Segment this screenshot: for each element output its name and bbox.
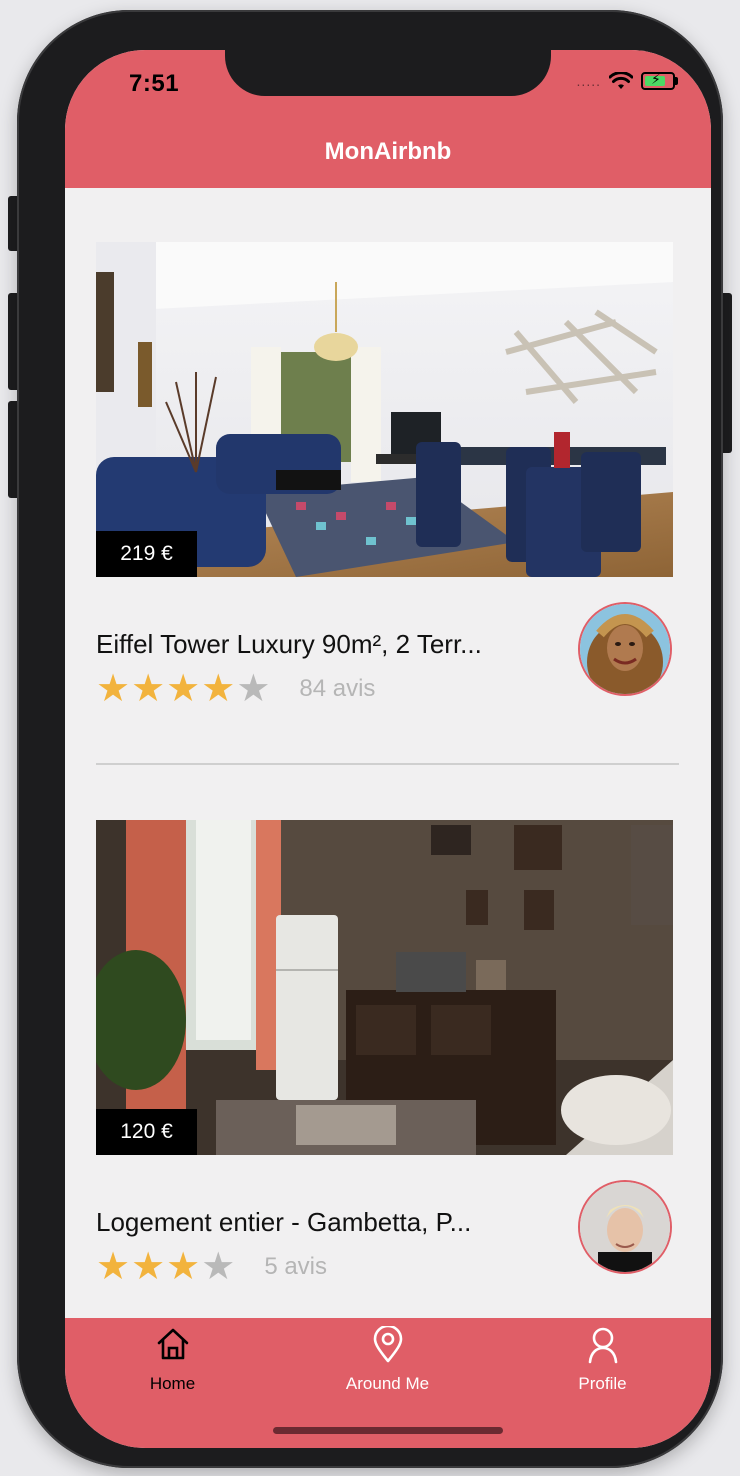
user-icon (588, 1327, 617, 1364)
tab-profile[interactable]: Profile (495, 1318, 710, 1408)
review-count: 5 avis (264, 1253, 328, 1280)
battery-icon: ⚡ (641, 71, 678, 90)
star-filled-icon: ★ (166, 668, 201, 710)
star-filled-icon: ★ (131, 668, 166, 710)
navigation-bar: 7:51 ..... ⚡ MonAirbnb (65, 50, 711, 188)
signal-icon: ..... (576, 73, 601, 89)
divider (96, 763, 679, 765)
rating: ★ ★ ★ ★ 5 avis (96, 1248, 327, 1286)
listing-photo-kitchen[interactable]: 120 € (96, 820, 673, 1155)
tab-label: Profile (578, 1374, 627, 1393)
star-filled-icon: ★ (96, 668, 131, 710)
star-filled-icon: ★ (96, 1246, 131, 1288)
review-count: 84 avis (299, 675, 376, 702)
tab-home[interactable]: Home (65, 1318, 280, 1408)
star-empty-icon: ★ (236, 668, 271, 710)
host-avatar[interactable] (578, 602, 672, 696)
page-title: MonAirbnb (324, 138, 452, 165)
listing-photo-living-room[interactable]: 219 € (96, 242, 673, 577)
home-icon (157, 1328, 188, 1360)
listing-title[interactable]: Eiffel Tower Luxury 90m², 2 Terr... (96, 629, 482, 660)
tab-label: Home (149, 1374, 196, 1393)
home-indicator[interactable] (273, 1427, 503, 1434)
tab-around-me[interactable]: Around Me (280, 1318, 495, 1408)
phone-frame: 7:51 ..... ⚡ MonAirbnb 219 € Eiffel Towe… (17, 10, 723, 1468)
rating: ★ ★ ★ ★ ★ 84 avis (96, 670, 375, 708)
wifi-icon (609, 72, 633, 89)
tab-label: Around Me (345, 1374, 430, 1393)
star-filled-icon: ★ (131, 1246, 166, 1288)
notch (225, 50, 551, 96)
star-empty-icon: ★ (201, 1246, 236, 1288)
star-filled-icon: ★ (166, 1246, 201, 1288)
app-screen: 7:51 ..... ⚡ MonAirbnb 219 € Eiffel Towe… (65, 50, 711, 1448)
map-pin-icon (373, 1326, 402, 1363)
listing-title[interactable]: Logement entier - Gambetta, P... (96, 1207, 471, 1238)
price-badge: 120 € (96, 1109, 197, 1155)
price-badge: 219 € (96, 531, 197, 577)
status-icons: ..... ⚡ (576, 71, 678, 90)
status-time: 7:51 (129, 70, 180, 97)
host-avatar[interactable] (578, 1180, 672, 1274)
star-filled-icon: ★ (201, 668, 236, 710)
